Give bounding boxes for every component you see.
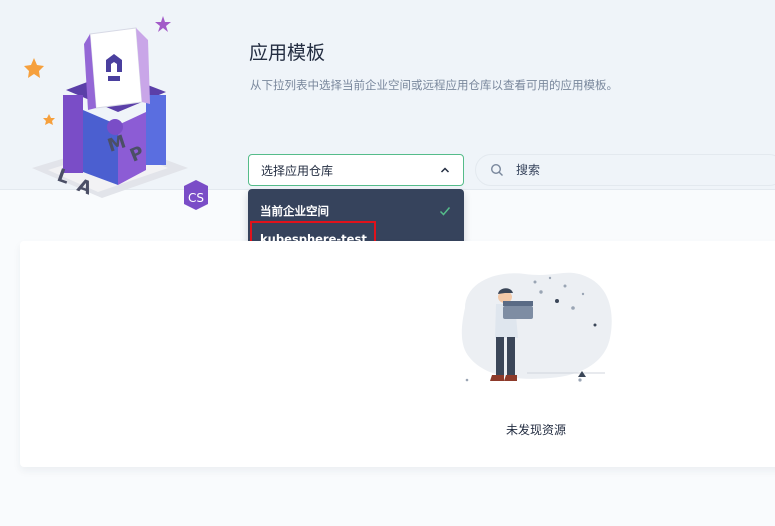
cs-badge-text: CS [188, 191, 204, 205]
lamp-illustration: L A M P CS [24, 16, 208, 210]
empty-state-text: 未发现资源 [505, 423, 566, 437]
repo-select[interactable]: 选择应用仓库 [248, 154, 464, 186]
search-box[interactable] [475, 154, 775, 186]
dropdown-option-label: 当前企业空间 [260, 204, 329, 218]
check-icon [439, 207, 451, 216]
app-templates-list [20, 241, 775, 467]
chevron-up-icon [440, 167, 450, 173]
repo-select-placeholder: 选择应用仓库 [261, 163, 334, 178]
search-input[interactable] [516, 163, 756, 177]
empty-state-illustration [461, 272, 612, 382]
search-icon [490, 163, 503, 176]
page-title: 应用模板 [249, 42, 326, 64]
page-description: 从下拉列表中选择当前企业空间或远程应用仓库以查看可用的应用模板。 [250, 78, 618, 92]
